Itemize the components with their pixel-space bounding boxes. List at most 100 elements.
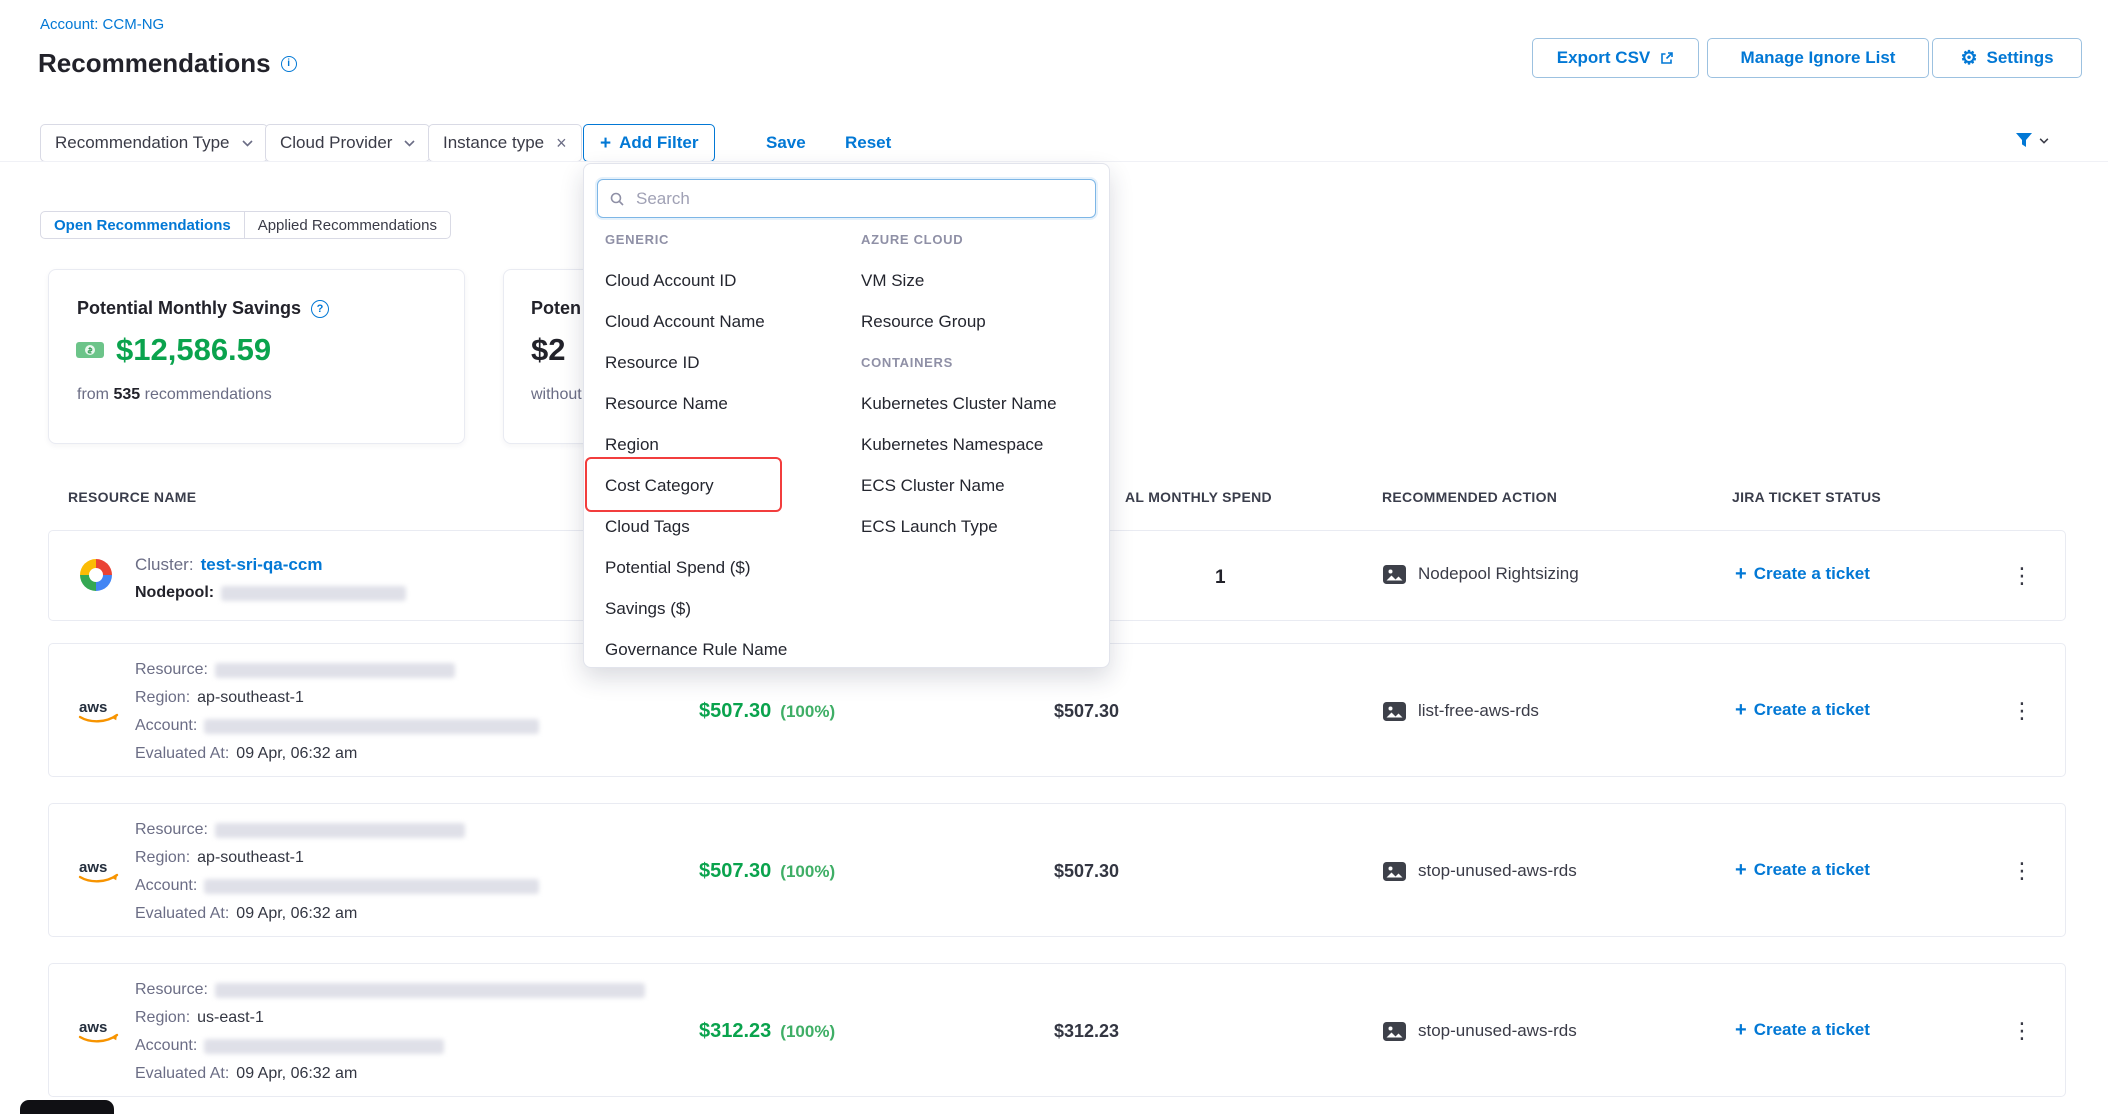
dropdown-item[interactable]: Kubernetes Cluster Name	[861, 383, 1101, 424]
chevron-down-icon[interactable]	[404, 140, 415, 147]
create-ticket-button[interactable]: + Create a ticket	[1735, 564, 1870, 584]
recommendations-page: Account: CCM-NG Recommendations i Export…	[0, 0, 2108, 1114]
resource-label: Resource:	[135, 661, 208, 679]
dropdown-search[interactable]	[597, 179, 1096, 218]
account-breadcrumb[interactable]: Account: CCM-NG	[40, 16, 164, 33]
table-row[interactable]: aws Resource: Region:ap-southeast-1 Acco…	[48, 803, 2066, 937]
add-filter-button[interactable]: + Add Filter	[583, 124, 715, 162]
chevron-down-icon[interactable]	[242, 140, 253, 147]
settings-button[interactable]: ⚙ Settings	[1932, 38, 2082, 78]
dropdown-item[interactable]: Resource ID	[605, 342, 855, 383]
info-icon[interactable]: i	[281, 56, 297, 72]
card-subtitle: from 535 recommendations	[77, 386, 272, 404]
reset-filter-button[interactable]: Reset	[845, 124, 891, 162]
divider	[0, 161, 2108, 162]
filter-panel-toggle[interactable]	[2014, 131, 2049, 150]
dropdown-item[interactable]: Governance Rule Name	[605, 629, 855, 670]
aws-icon: aws	[76, 1016, 122, 1046]
region-value: ap-southeast-1	[197, 689, 304, 707]
account-label: Account:	[135, 877, 197, 895]
savings-amount: $312.23	[699, 1020, 771, 1043]
chevron-down-icon	[2039, 138, 2049, 144]
row-menu-button[interactable]: ⋮	[2011, 565, 2033, 587]
filter-chip-label: Recommendation Type	[55, 133, 230, 153]
svg-text:aws: aws	[79, 1019, 107, 1036]
section-heading: GENERIC	[605, 219, 855, 260]
dropdown-item[interactable]: Kubernetes Namespace	[861, 424, 1101, 465]
dropdown-item[interactable]: Resource Name	[605, 383, 855, 424]
dropdown-item[interactable]: Region	[605, 424, 855, 465]
monthly-spend-value: $507.30	[1054, 861, 1119, 882]
table-row[interactable]: aws Resource: Region:us-east-1 Account: …	[48, 963, 2066, 1097]
dropdown-item[interactable]: Cloud Account ID	[605, 260, 855, 301]
create-ticket-label: Create a ticket	[1754, 860, 1870, 880]
dropdown-item[interactable]: ECS Cluster Name	[861, 465, 1101, 506]
add-filter-dropdown: GENERIC Cloud Account ID Cloud Account N…	[583, 163, 1110, 668]
search-icon	[609, 191, 625, 207]
row-menu-button[interactable]: ⋮	[2011, 700, 2033, 722]
create-ticket-label: Create a ticket	[1754, 564, 1870, 584]
redacted-value	[204, 879, 539, 894]
export-csv-button[interactable]: Export CSV	[1532, 38, 1699, 78]
dropdown-item[interactable]: ECS Launch Type	[861, 506, 1101, 547]
tab-applied-recommendations[interactable]: Applied Recommendations	[244, 212, 450, 238]
cluster-name-link[interactable]: test-sri-qa-ccm	[201, 555, 323, 575]
card-title: Potential Monthly Savings	[77, 298, 301, 319]
action-label: stop-unused-aws-rds	[1418, 861, 1577, 881]
row-menu-button[interactable]: ⋮	[2011, 1020, 2033, 1042]
subtitle-count: 535	[113, 386, 140, 403]
card-amount-row: $12,586.59	[75, 332, 271, 368]
dropdown-item[interactable]: Cloud Tags	[605, 506, 855, 547]
create-ticket-button[interactable]: + Create a ticket	[1735, 860, 1870, 880]
region-value: ap-southeast-1	[197, 849, 304, 867]
recommendation-action-icon	[1383, 702, 1406, 721]
filter-chip-cloud-provider[interactable]: Cloud Provider	[265, 124, 430, 162]
resource-label: Resource:	[135, 821, 208, 839]
savings-amount: $507.30	[699, 860, 771, 883]
help-icon[interactable]: ?	[311, 300, 329, 318]
close-icon[interactable]: ×	[556, 134, 567, 152]
create-ticket-label: Create a ticket	[1754, 700, 1870, 720]
add-filter-label: Add Filter	[619, 133, 698, 153]
recommendation-action-icon	[1383, 1022, 1406, 1041]
savings-money-icon	[75, 338, 105, 362]
action-label: stop-unused-aws-rds	[1418, 1021, 1577, 1041]
recommendation-action-icon	[1383, 565, 1406, 584]
card-title-row: Potential Monthly Savings ?	[77, 298, 329, 319]
export-csv-label: Export CSV	[1557, 48, 1651, 68]
external-link-icon	[1659, 51, 1674, 66]
filter-chip-label: Instance type	[443, 133, 544, 153]
region-label: Region:	[135, 1009, 190, 1027]
nodepool-label: Nodepool:	[135, 584, 214, 602]
manage-ignore-list-button[interactable]: Manage Ignore List	[1707, 38, 1929, 78]
dropdown-item-cost-category[interactable]: Cost Category	[605, 465, 855, 506]
card-subtitle-fragment: without	[531, 386, 582, 404]
row-menu-button[interactable]: ⋮	[2011, 860, 2033, 882]
filter-chip-recommendation-type[interactable]: Recommendation Type	[40, 124, 268, 162]
recommendation-action-icon	[1383, 862, 1406, 881]
redacted-value	[215, 983, 645, 998]
save-filter-button[interactable]: Save	[766, 124, 806, 162]
redacted-value	[215, 823, 465, 838]
dropdown-item[interactable]: Resource Group	[861, 301, 1101, 342]
dropdown-item[interactable]: Cloud Account Name	[605, 301, 855, 342]
account-label: Account:	[135, 717, 197, 735]
search-input[interactable]	[634, 188, 1084, 210]
savings-percent: (100%)	[780, 862, 835, 882]
evaluated-label: Evaluated At:	[135, 745, 229, 763]
column-header-monthly-spend: AL MONTHLY SPEND	[1125, 489, 1272, 505]
savings-percent: (100%)	[780, 702, 835, 722]
tab-open-recommendations[interactable]: Open Recommendations	[41, 212, 244, 238]
dropdown-item[interactable]: VM Size	[861, 260, 1101, 301]
create-ticket-button[interactable]: + Create a ticket	[1735, 700, 1870, 720]
settings-label: Settings	[1986, 48, 2053, 68]
filter-chip-instance-type[interactable]: Instance type ×	[428, 124, 582, 162]
column-header-recommended-action: RECOMMENDED ACTION	[1382, 489, 1557, 505]
create-ticket-button[interactable]: + Create a ticket	[1735, 1020, 1870, 1040]
dropdown-item[interactable]: Savings ($)	[605, 588, 855, 629]
dropdown-item[interactable]: Potential Spend ($)	[605, 547, 855, 588]
monthly-savings-cell: $312.23 (100%)	[699, 1020, 835, 1043]
plus-icon: +	[1735, 860, 1747, 880]
monthly-spend-value: $312.23	[1054, 1021, 1119, 1042]
redacted-value	[204, 1039, 444, 1054]
